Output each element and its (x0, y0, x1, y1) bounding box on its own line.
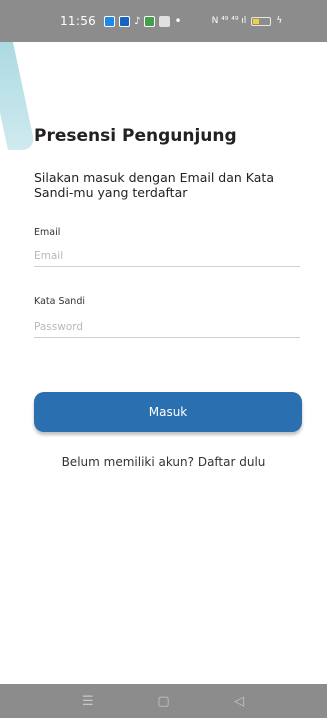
status-bar: 11:56 ♪ • N ⁴⁹ ⁴⁹ ıl ϟ (0, 0, 327, 42)
network-icons: N ⁴⁹ ⁴⁹ ıl (211, 16, 247, 26)
more-dot-icon: • (174, 14, 182, 28)
menu-icon[interactable]: ☰ (73, 694, 103, 709)
notification-app-icon (144, 15, 156, 27)
back-icon[interactable]: ◁ (224, 694, 254, 709)
page-subtitle: Silakan masuk dengan Email dan Kata Sand… (34, 170, 274, 200)
password-field[interactable] (34, 316, 300, 338)
notification-app-icon (104, 15, 116, 27)
battery-icon (251, 16, 272, 26)
page-title: Presensi Pengunjung (34, 126, 237, 146)
email-field[interactable] (34, 245, 300, 267)
home-icon[interactable]: ▢ (148, 694, 178, 709)
charging-icon: ϟ (276, 16, 283, 26)
status-time: 11:56 (60, 14, 97, 28)
tiktok-icon: ♪ (134, 15, 141, 27)
status-right: N ⁴⁹ ⁴⁹ ıl ϟ (212, 16, 283, 26)
notification-app-icon (159, 15, 171, 27)
system-nav-bar: ☰ ▢ ◁ (0, 684, 327, 718)
notification-app-icon (119, 15, 131, 27)
notification-icons: ♪ • (104, 14, 182, 28)
login-button[interactable]: Masuk (34, 392, 302, 432)
password-label: Kata Sandi (34, 296, 85, 307)
email-label: Email (34, 227, 61, 238)
register-link[interactable]: Belum memiliki akun? Daftar dulu (0, 455, 327, 469)
